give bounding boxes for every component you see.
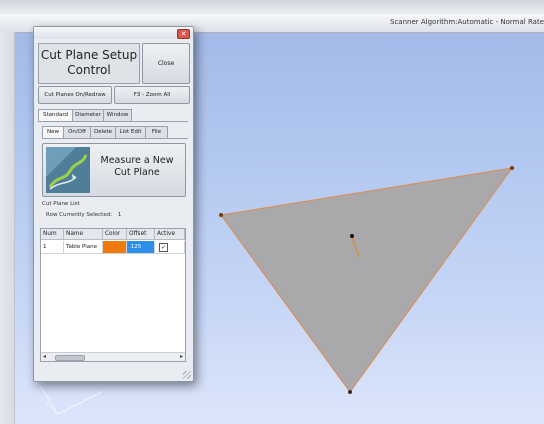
header-offset[interactable]: Offset: [127, 229, 155, 240]
close-icon[interactable]: ✕: [177, 29, 190, 39]
dialog-title-box: Cut Plane Setup Control: [38, 43, 140, 84]
cut-plane-table[interactable]: Num Name Color Offset Active 1 Table Pla…: [40, 228, 186, 362]
row-selected-label: Row Currently Selected: 1: [46, 212, 121, 218]
tab-window[interactable]: Window: [103, 109, 132, 121]
cut-plane-list-label: Cut Plane List: [42, 201, 80, 207]
vertex-point[interactable]: [348, 390, 352, 394]
subtab-divider: [42, 138, 188, 139]
cell-num[interactable]: 1: [41, 241, 64, 254]
header-num[interactable]: Num: [41, 229, 64, 240]
measure-button-label: Measure a New Cut Plane: [100, 155, 174, 178]
cell-active[interactable]: ✓: [155, 241, 185, 254]
scroll-left-icon[interactable]: ◂: [43, 353, 46, 361]
active-checkbox[interactable]: ✓: [159, 243, 168, 252]
tab-divider: [38, 121, 188, 122]
cell-name[interactable]: Table Plane: [64, 241, 103, 254]
cell-offset[interactable]: .125: [127, 241, 155, 254]
scrollbar-thumb[interactable]: [55, 355, 85, 361]
cut-planes-redraw-button[interactable]: Cut Planes On/Redraw: [38, 86, 112, 104]
cut-plane-curve-icon: [46, 147, 90, 193]
dialog-titlebar[interactable]: ✕: [34, 27, 193, 39]
resize-grip-icon[interactable]: [183, 371, 191, 379]
cut-plane-setup-dialog: ✕ Cut Plane Setup Control Close Cut Plan…: [33, 26, 194, 382]
tab-diameter[interactable]: Diameter: [72, 109, 104, 121]
measure-new-cut-plane-button[interactable]: Measure a New Cut Plane: [42, 143, 186, 197]
close-button[interactable]: Close: [142, 43, 190, 84]
plane-center-point[interactable]: [350, 234, 354, 238]
vertex-point[interactable]: [219, 213, 223, 217]
cut-plane-triangle[interactable]: [220, 167, 514, 393]
subtab-on-off[interactable]: On/Off: [63, 126, 91, 138]
axis-triad-icon: [39, 385, 103, 415]
row-selected-text: Row Currently Selected:: [46, 212, 113, 218]
subtab-new[interactable]: New: [42, 126, 64, 138]
tab-standard[interactable]: Standard: [38, 109, 73, 121]
horizontal-scrollbar[interactable]: ◂ ▸: [41, 352, 185, 361]
vertex-point[interactable]: [510, 166, 514, 170]
header-color[interactable]: Color: [103, 229, 127, 240]
scroll-right-icon[interactable]: ▸: [180, 353, 183, 361]
cell-color-swatch[interactable]: [103, 241, 127, 254]
header-name[interactable]: Name: [64, 229, 103, 240]
dialog-title: Cut Plane Setup Control: [40, 48, 138, 77]
3d-viewport[interactable]: Scanner Algorithm:Automatic - Normal Rat…: [0, 0, 544, 424]
subtab-file[interactable]: File: [145, 126, 168, 138]
zoom-all-button[interactable]: F3 - Zoom All: [114, 86, 190, 104]
header-active[interactable]: Active: [155, 229, 185, 240]
row-selected-value: 1: [117, 212, 122, 218]
subtab-delete[interactable]: Delete: [90, 126, 116, 138]
subtab-list-edit[interactable]: List Edit: [115, 126, 146, 138]
